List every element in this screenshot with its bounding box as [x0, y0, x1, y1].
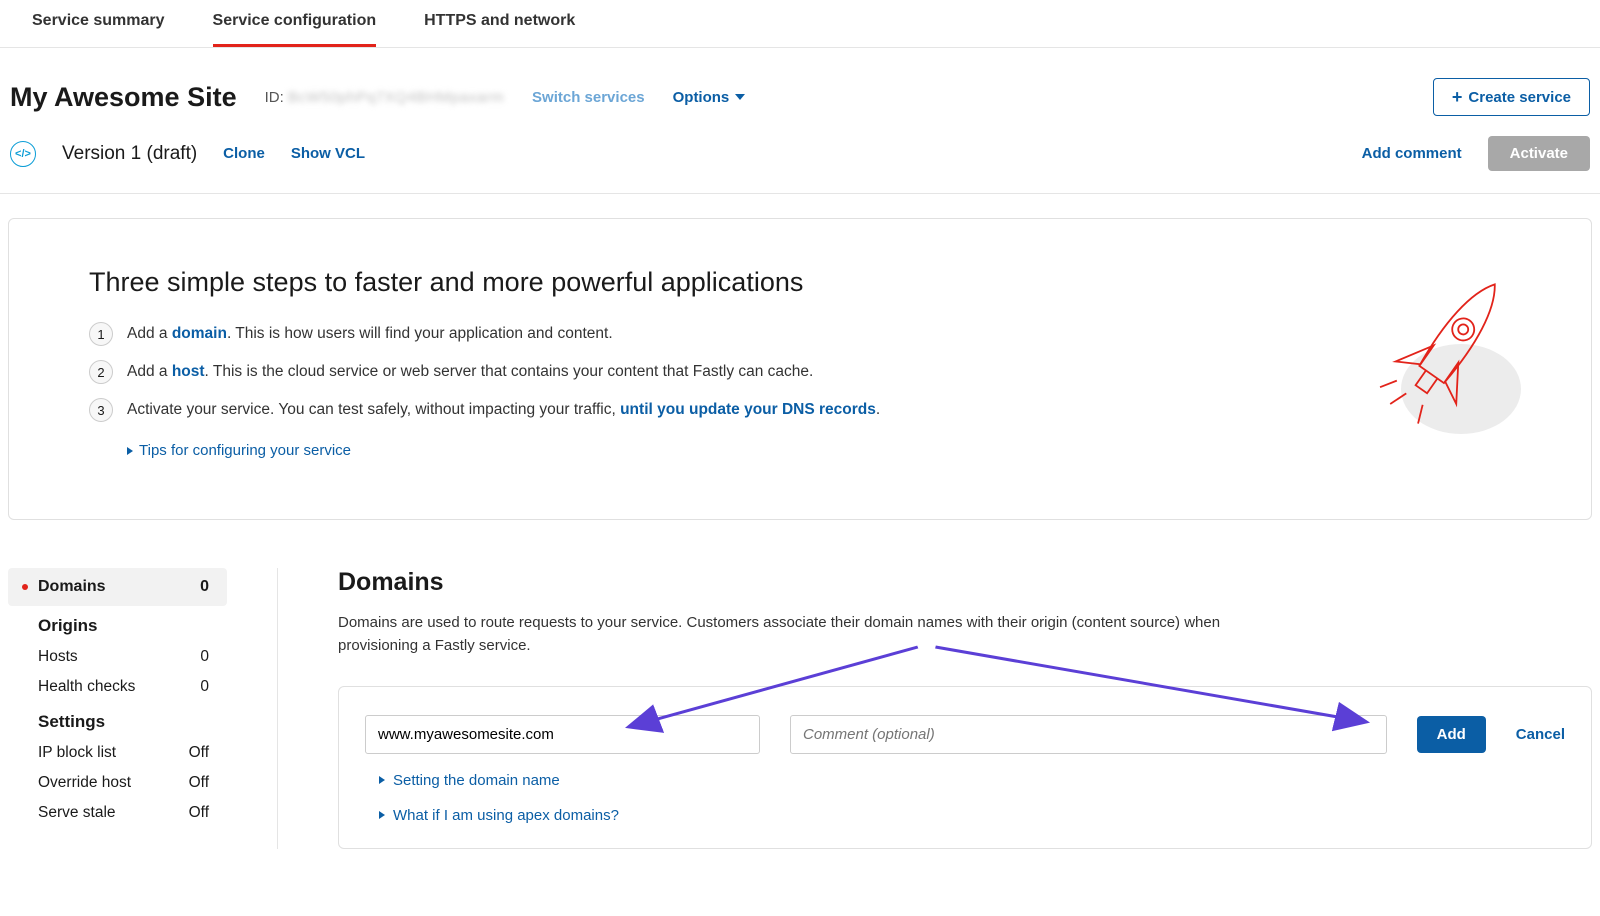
tips-link[interactable]: Tips for configuring your service	[127, 442, 1511, 459]
main-panel: Domains Domains are used to route reques…	[338, 568, 1592, 849]
add-comment-link[interactable]: Add comment	[1362, 145, 1462, 162]
tab-service-configuration[interactable]: Service configuration	[213, 0, 377, 47]
create-service-label: Create service	[1468, 89, 1571, 106]
domain-form-row: Add Cancel	[365, 715, 1565, 754]
hosts-count: 0	[200, 648, 209, 666]
sidebar-head-origins: Origins	[8, 606, 227, 642]
activate-button[interactable]: Activate	[1488, 136, 1590, 171]
caret-right-icon	[127, 447, 133, 455]
domains-description: Domains are used to route requests to yo…	[338, 611, 1238, 658]
top-tabs: Service summary Service configuration HT…	[0, 0, 1600, 48]
service-header: My Awesome Site ID: BcW50phPq7XQ4BHMpaxa…	[0, 48, 1600, 126]
tab-service-summary[interactable]: Service summary	[32, 0, 165, 47]
sidebar-item-domains[interactable]: Domains 0	[8, 568, 227, 606]
domain-input[interactable]	[365, 715, 760, 754]
sidebar-item-hosts[interactable]: Hosts 0	[8, 642, 227, 672]
onboarding-title: Three simple steps to faster and more po…	[89, 267, 1511, 298]
domain-keyword-link[interactable]: domain	[172, 325, 227, 342]
step-2: 2 Add a host. This is the cloud service …	[89, 360, 1511, 384]
setting-domain-name-link[interactable]: Setting the domain name	[379, 772, 1565, 789]
sidebar-item-ip-block-list[interactable]: IP block list Off	[8, 738, 227, 768]
tab-https-network[interactable]: HTTPS and network	[424, 0, 575, 47]
sidebar-item-serve-stale[interactable]: Serve stale Off	[8, 798, 227, 828]
show-vcl-link[interactable]: Show VCL	[291, 145, 365, 162]
step-2-number: 2	[89, 360, 113, 384]
onboarding-card: Three simple steps to faster and more po…	[8, 218, 1592, 520]
caret-right-icon	[379, 776, 385, 784]
domains-title: Domains	[338, 568, 1592, 597]
id-value: BcW50phPq7XQ4BHMpaxarm	[288, 89, 504, 106]
service-id: ID: BcW50phPq7XQ4BHMpaxarm	[265, 89, 504, 106]
sidebar-head-settings: Settings	[8, 702, 227, 738]
version-badge-icon: </>	[10, 141, 36, 167]
config-sidebar: Domains 0 Origins Hosts 0 Health checks …	[8, 568, 278, 849]
domain-form-card: Add Cancel Setting the domain name What …	[338, 686, 1592, 849]
health-count: 0	[200, 678, 209, 696]
step-1: 1 Add a domain. This is how users will f…	[89, 322, 1511, 346]
clone-link[interactable]: Clone	[223, 145, 265, 162]
sidebar-item-health-checks[interactable]: Health checks 0	[8, 672, 227, 702]
plus-icon: +	[1452, 88, 1463, 106]
lower-section: Domains 0 Origins Hosts 0 Health checks …	[0, 544, 1600, 873]
options-label: Options	[673, 89, 730, 106]
apex-domains-link[interactable]: What if I am using apex domains?	[379, 807, 1565, 824]
caret-right-icon	[379, 811, 385, 819]
cancel-button[interactable]: Cancel	[1516, 726, 1565, 743]
rocket-illustration	[1361, 259, 1531, 449]
add-button[interactable]: Add	[1417, 716, 1486, 753]
create-service-button[interactable]: + Create service	[1433, 78, 1590, 116]
id-label: ID:	[265, 89, 284, 106]
step-1-number: 1	[89, 322, 113, 346]
step-3: 3 Activate your service. You can test sa…	[89, 398, 1511, 422]
version-bar: </> Version 1 (draft) Clone Show VCL Add…	[0, 126, 1600, 194]
dns-records-link[interactable]: until you update your DNS records	[620, 401, 876, 418]
step-3-number: 3	[89, 398, 113, 422]
comment-input[interactable]	[790, 715, 1387, 754]
site-title: My Awesome Site	[10, 82, 237, 113]
host-keyword-link[interactable]: host	[172, 363, 205, 380]
domains-count: 0	[200, 578, 209, 596]
switch-services-link[interactable]: Switch services	[532, 89, 645, 106]
version-label: Version 1 (draft)	[62, 143, 197, 165]
options-dropdown[interactable]: Options	[673, 89, 746, 106]
chevron-down-icon	[735, 94, 745, 100]
sidebar-item-override-host[interactable]: Override host Off	[8, 768, 227, 798]
